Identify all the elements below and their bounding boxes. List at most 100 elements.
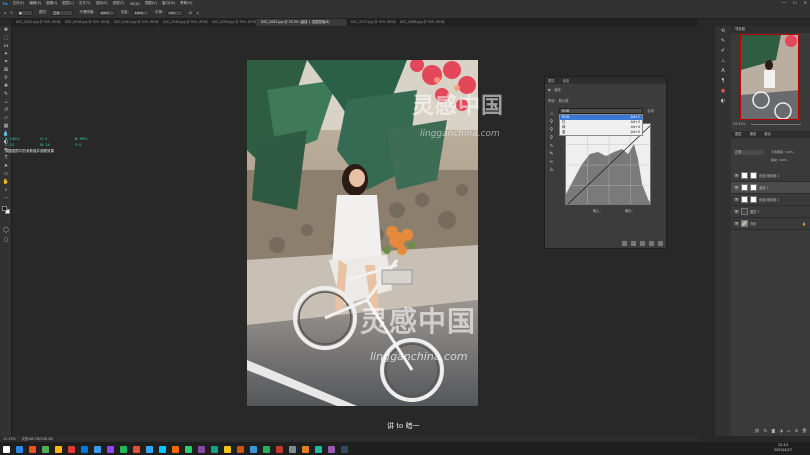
navigator-zoom[interactable]: 33.33%	[733, 122, 746, 126]
frame-tool-icon[interactable]: ⊠	[0, 66, 12, 74]
magic-wand-icon[interactable]: ✦	[0, 50, 12, 58]
new-layer-icon[interactable]: ⊞	[795, 428, 798, 434]
taskbar-app-icon[interactable]	[68, 445, 75, 453]
taskbar-app-icon[interactable]	[198, 445, 205, 453]
document-tab[interactable]: DSC_0088.jpg @ 50% (RGB/8)	[396, 19, 445, 26]
taskbar-app-icon[interactable]	[289, 445, 296, 453]
ps-logo-icon[interactable]: Ps	[3, 2, 8, 6]
move-tool-icon[interactable]: ✥	[0, 26, 12, 34]
taskbar-app-icon[interactable]	[94, 445, 101, 453]
maximize-button[interactable]: ☐	[793, 0, 797, 5]
auto-button[interactable]: 自动	[647, 108, 654, 113]
trash-icon[interactable]: 🗑	[802, 428, 807, 434]
healing-brush-icon[interactable]: ✚	[0, 82, 12, 90]
reset-icon[interactable]	[640, 241, 645, 246]
layer-opacity[interactable]: 不透明度: 100%	[771, 150, 794, 154]
quick-mask-icon[interactable]: ◯	[0, 226, 12, 234]
screen-mode-icon[interactable]: ▢	[0, 236, 12, 244]
shape-tool-icon[interactable]: ▭	[0, 170, 12, 178]
fx-icon[interactable]: fx	[764, 428, 768, 434]
angle-icon[interactable]: ∠	[196, 11, 199, 15]
taskbar-app-icon[interactable]	[302, 445, 309, 453]
tab-channels[interactable]: 通道	[750, 131, 757, 138]
layer-row-selected[interactable]: 👁 曲线 1	[731, 182, 810, 194]
foreground-color-swatch[interactable]	[2, 206, 7, 211]
menu-3d[interactable]: 3D(D)	[129, 2, 139, 6]
eye-icon[interactable]: 👁	[734, 173, 741, 178]
type-tool-icon[interactable]: T	[0, 154, 12, 162]
pencil-icon[interactable]: ✎	[548, 150, 555, 158]
layer-row[interactable]: 👁 背景 🔒	[731, 218, 810, 230]
menu-type[interactable]: 文字(Y)	[79, 1, 91, 6]
white-point-eyedropper-icon[interactable]: ⚲	[548, 134, 555, 142]
history-brush-icon[interactable]: ↺	[0, 106, 12, 114]
layer-row[interactable]: 👁 色相/饱和度 1	[731, 194, 810, 206]
brush-settings-icon[interactable]: ✎	[715, 36, 731, 46]
close-button[interactable]: ✕	[804, 0, 807, 5]
taskbar-app-icon[interactable]	[315, 445, 322, 453]
document-tab[interactable]: DSC_0022.jpg @ 50% (RGB/8)	[12, 19, 61, 26]
view-previous-icon[interactable]	[631, 241, 636, 246]
gradient-icon[interactable]: ▦	[0, 122, 12, 130]
mode-select[interactable]: 正常	[51, 9, 74, 16]
brush-tool-icon[interactable]: ✎	[0, 90, 12, 98]
minimize-button[interactable]: —	[782, 0, 786, 5]
hand-tool-icon[interactable]: ✋	[0, 178, 12, 186]
taskbar-app-icon[interactable]	[120, 445, 127, 453]
eye-icon[interactable]: 👁	[734, 197, 741, 202]
adjustments-icon[interactable]: ◐	[715, 96, 731, 106]
new-adjustment-icon[interactable]: ◑	[779, 428, 783, 434]
preset-select[interactable]: 默认值	[559, 98, 569, 103]
layer-row[interactable]: 👁 图层 1	[731, 206, 810, 218]
taskbar-app-icon[interactable]	[16, 445, 23, 453]
brush-size-picker[interactable]: ●	[17, 9, 34, 16]
plugin-icon[interactable]: ●	[715, 86, 731, 96]
taskbar-app-icon[interactable]	[81, 445, 88, 453]
tab-paths[interactable]: 路径	[764, 131, 771, 138]
taskbar-app-icon[interactable]	[107, 445, 114, 453]
taskbar-app-icon[interactable]	[224, 445, 231, 453]
menu-image[interactable]: 图像(I)	[46, 1, 57, 6]
taskbar-app-icon[interactable]	[133, 445, 140, 453]
crop-tool-icon[interactable]: ⌗	[0, 58, 12, 66]
taskbar-app-icon[interactable]	[250, 445, 257, 453]
opacity-field[interactable]: 100%	[98, 9, 115, 16]
eye-icon[interactable]: 👁	[734, 221, 741, 226]
document-tab-active[interactable]: DSC_0061.jpg @ 33.3% (曲线 1, 图层蒙版/8)	[257, 19, 347, 26]
taskbar-app-icon[interactable]	[341, 445, 348, 453]
taskbar-app-icon[interactable]	[159, 445, 166, 453]
taskbar-clock[interactable]: 22:10 2023/4/27	[774, 443, 792, 452]
navigator-thumbnail[interactable]	[740, 34, 799, 120]
clipping-warning-icon[interactable]: ⚠	[548, 166, 555, 174]
paragraph-icon[interactable]: ¶	[715, 76, 731, 86]
smoothing-field[interactable]: 10%	[166, 9, 183, 16]
brush-tool-icon[interactable]: ✎	[10, 11, 13, 15]
gear-icon[interactable]: ⚙	[189, 11, 192, 15]
menu-file[interactable]: 文件(F)	[13, 1, 25, 6]
black-point-eyedropper-icon[interactable]: ⚲	[548, 118, 555, 126]
taskbar-app-icon[interactable]	[146, 445, 153, 453]
taskbar-app-icon[interactable]	[42, 445, 49, 453]
zoom-slider[interactable]	[751, 124, 801, 125]
curve-edit-icon[interactable]: ∿	[548, 142, 555, 150]
tab-properties[interactable]: 属性	[548, 78, 555, 83]
blend-mode-select[interactable]: 正常	[734, 150, 764, 155]
taskbar-app-icon[interactable]	[172, 445, 179, 453]
character-icon[interactable]: A	[715, 66, 731, 76]
tab-layers[interactable]: 图层	[735, 131, 742, 138]
clone-stamp-icon[interactable]: ⊥	[0, 98, 12, 106]
flow-field[interactable]: 100%	[132, 9, 149, 16]
on-image-adjust-icon[interactable]: ☝	[548, 110, 555, 118]
path-select-icon[interactable]: ➤	[0, 162, 12, 170]
menu-window[interactable]: 窗口(W)	[162, 1, 175, 6]
document-tab[interactable]: DSC_0050.jpg @ 50% (RGB/8)	[208, 19, 257, 26]
taskbar-app-icon[interactable]	[211, 445, 218, 453]
menu-help[interactable]: 帮助(H)	[180, 1, 192, 6]
menu-view[interactable]: 视图(V)	[145, 1, 157, 6]
menu-filter[interactable]: 滤镜(T)	[113, 1, 125, 6]
document-tab[interactable]: DSC_0045.jpg @ 50% (RGB/8)	[159, 19, 208, 26]
layer-row[interactable]: 👁 色相/饱和度 1	[731, 170, 810, 182]
eye-icon[interactable]: 👁	[734, 185, 741, 190]
link-icon[interactable]: ⛓	[755, 428, 760, 434]
brushes-icon[interactable]: ✐	[715, 46, 731, 56]
